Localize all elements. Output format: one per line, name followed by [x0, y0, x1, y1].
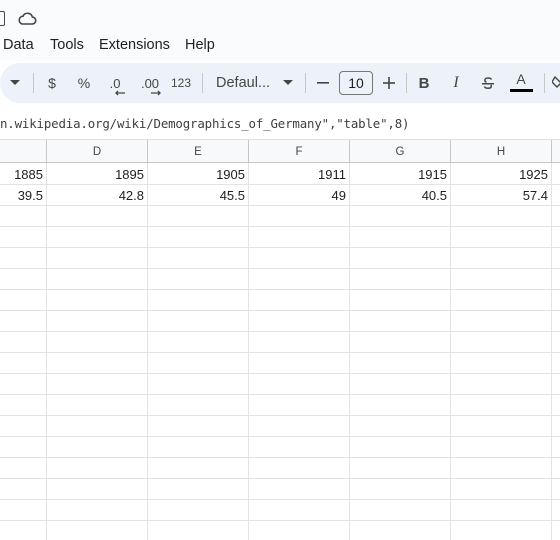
column-header-f[interactable]: F: [249, 140, 350, 163]
formula-text[interactable]: n.wikipedia.org/wiki/Demographics_of_Ger…: [0, 116, 410, 131]
grid-line: [0, 520, 560, 521]
percent-format-button[interactable]: %: [74, 63, 94, 103]
column-header-c[interactable]: [0, 140, 47, 163]
table-cell[interactable]: 1911: [249, 164, 350, 184]
toolbar-divider: [544, 73, 545, 93]
toolbar: $ % .0 .00 123 Defaul... 10 B I A: [0, 63, 560, 103]
column-header-h[interactable]: H: [451, 140, 552, 163]
strikethrough-icon[interactable]: [478, 63, 498, 103]
table-cell[interactable]: 49: [249, 185, 350, 205]
grid-line: [0, 415, 560, 416]
table-cell[interactable]: 42.8: [47, 185, 148, 205]
table-cell[interactable]: 1925: [451, 164, 552, 184]
table-cell[interactable]: 1915: [350, 164, 451, 184]
toolbar-divider: [305, 73, 306, 93]
grid-line: [0, 331, 560, 332]
font-dropdown-icon[interactable]: [280, 63, 296, 103]
zoom-dropdown-icon[interactable]: [6, 63, 24, 103]
grid-line: [0, 373, 560, 374]
menu-tools[interactable]: Tools: [50, 36, 84, 54]
text-color-button[interactable]: A: [509, 63, 533, 103]
formula-bar[interactable]: n.wikipedia.org/wiki/Demographics_of_Ger…: [0, 106, 560, 140]
column-header-row: D E F G H: [0, 140, 560, 163]
title-strip: [0, 0, 560, 34]
grid-line: [0, 247, 560, 248]
more-formats-button[interactable]: 123: [170, 63, 192, 103]
toolbar-divider: [202, 73, 203, 93]
spreadsheet-grid: D E F G H 1885 1895 1905 1911 1915 1925 …: [0, 140, 560, 540]
grid-line: [0, 478, 560, 479]
table-cell[interactable]: 57.4: [451, 185, 552, 205]
toolbar-divider: [406, 73, 407, 93]
currency-format-button[interactable]: $: [42, 63, 62, 103]
grid-line: [0, 289, 560, 290]
column-header-g[interactable]: G: [350, 140, 451, 163]
arrow-right-icon: [151, 90, 161, 95]
column-header-d[interactable]: D: [47, 140, 148, 163]
grid-line: [0, 394, 560, 395]
document-icon[interactable]: [0, 11, 5, 26]
increase-decimal-button[interactable]: .00: [136, 63, 164, 103]
arrow-left-icon: [115, 90, 125, 95]
bold-button[interactable]: B: [415, 63, 433, 103]
increase-font-size-icon[interactable]: [381, 63, 397, 103]
fill-color-icon[interactable]: [551, 63, 560, 103]
table-cell[interactable]: 1895: [47, 164, 148, 184]
grid-line: [0, 268, 560, 269]
menu-help[interactable]: Help: [185, 36, 215, 54]
decrease-decimal-label: .0: [109, 75, 121, 91]
table-cell[interactable]: 1905: [148, 164, 249, 184]
decrease-decimal-button[interactable]: .0: [103, 63, 127, 103]
menu-bar: Data Tools Extensions Help: [0, 34, 560, 60]
font-family-select[interactable]: Defaul...: [216, 63, 272, 103]
grid-line: [0, 205, 560, 206]
increase-decimal-label: .00: [140, 75, 160, 91]
menu-data[interactable]: Data: [3, 36, 34, 54]
column-header-e[interactable]: E: [148, 140, 249, 163]
table-cell[interactable]: 1885: [0, 164, 47, 184]
grid-line: [0, 352, 560, 353]
table-cell[interactable]: 40.5: [350, 185, 451, 205]
toolbar-divider: [33, 73, 34, 93]
grid-line: [0, 226, 560, 227]
grid-line: [0, 436, 560, 437]
text-color-label: A: [516, 71, 526, 87]
grid-line: [0, 310, 560, 311]
font-size-input[interactable]: 10: [339, 71, 373, 95]
decrease-font-size-icon[interactable]: [315, 63, 331, 103]
menu-extensions[interactable]: Extensions: [99, 36, 170, 54]
table-cell[interactable]: 39.5: [0, 185, 47, 205]
grid-line: [0, 457, 560, 458]
grid-line: [0, 499, 560, 500]
cloud-save-status-icon[interactable]: [17, 11, 37, 32]
table-cell[interactable]: 45.5: [148, 185, 249, 205]
italic-button[interactable]: I: [447, 63, 465, 103]
text-color-swatch: [509, 89, 533, 92]
